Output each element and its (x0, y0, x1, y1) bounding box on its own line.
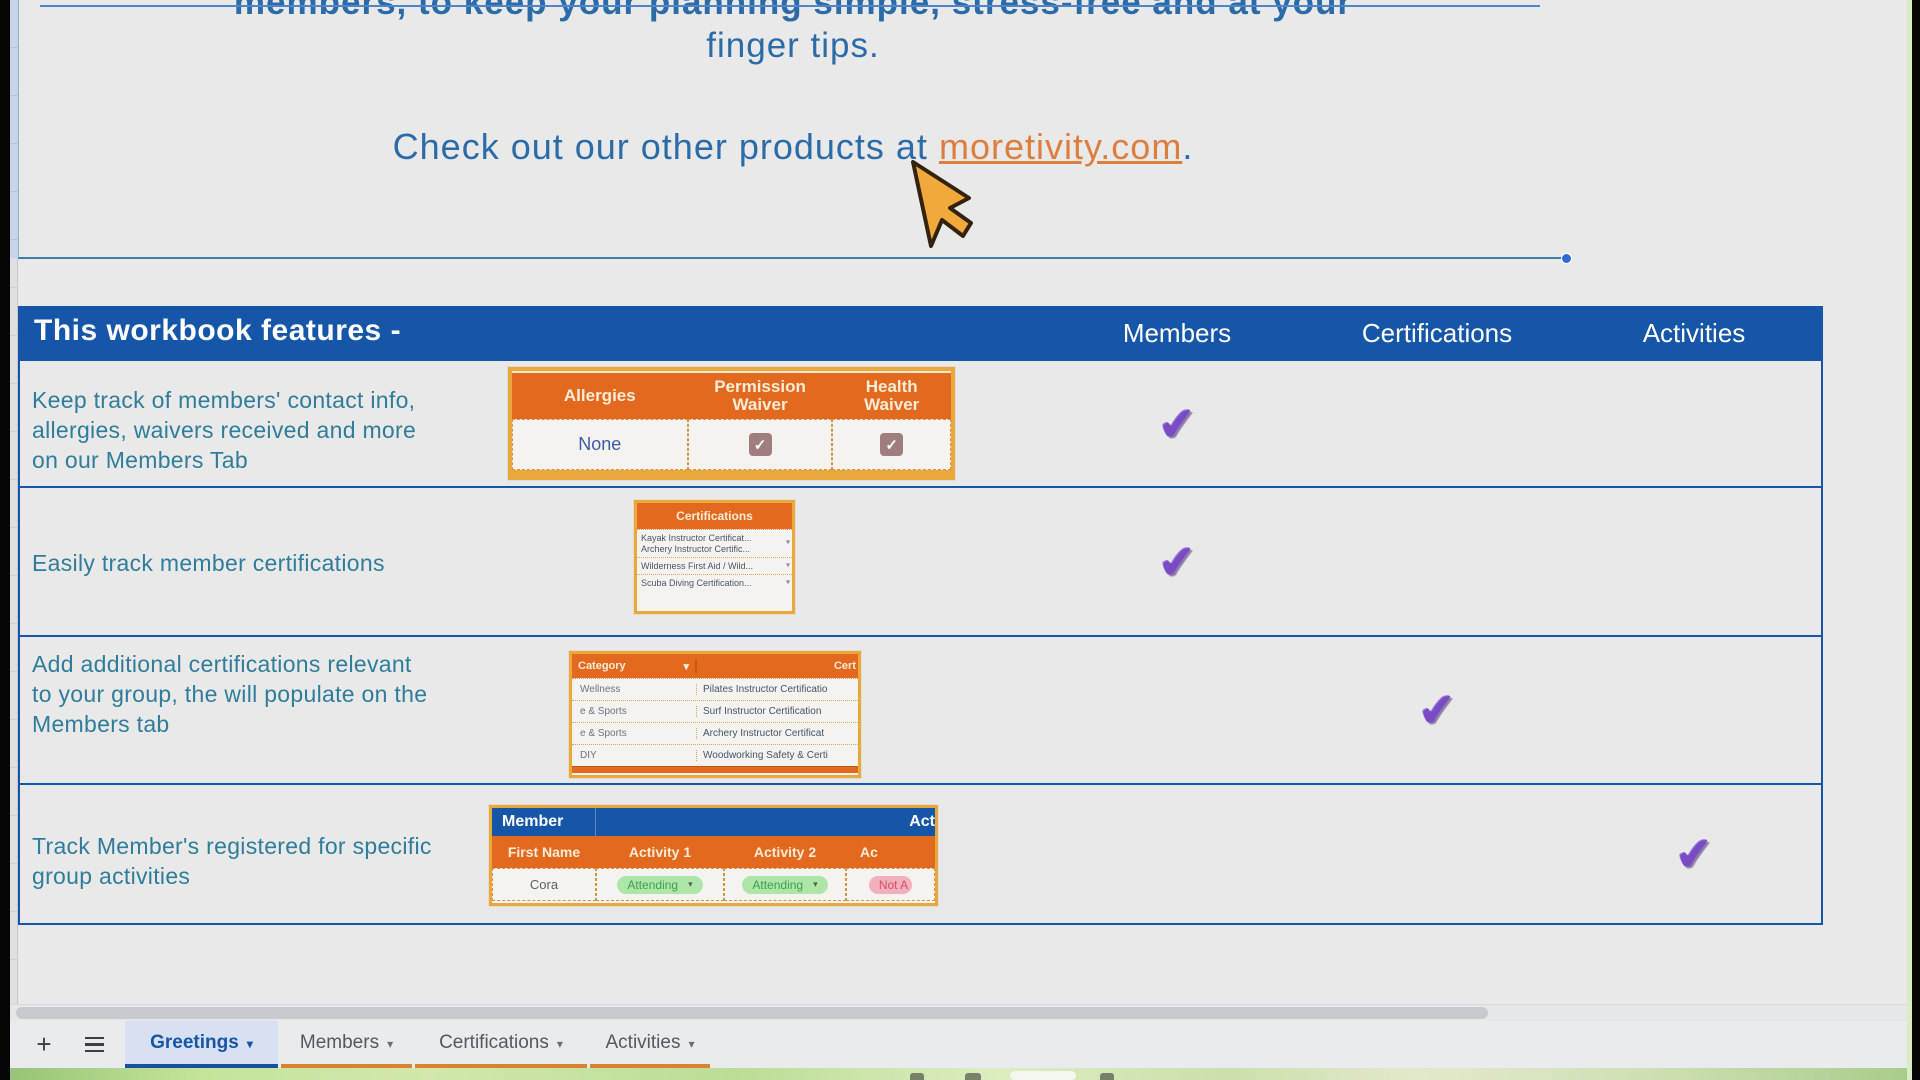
feature-description: Keep track of members' contact info, all… (32, 385, 502, 475)
status-pill-not-attending: Not A (869, 876, 912, 894)
dropdown-icon: ▾ (683, 660, 689, 673)
allergies-value: None (512, 419, 688, 470)
checkbox-checked-icon: ✓ (749, 433, 772, 456)
tab-dropdown-icon[interactable]: ▾ (247, 1037, 253, 1051)
activities-group-header: Act (596, 808, 935, 836)
intro-text-box[interactable]: members, to keep your planning simple, s… (18, 0, 1567, 259)
check-activities: ✔ (1673, 826, 1715, 883)
dropdown-icon: ▾ (813, 879, 818, 890)
feature-description: Easily track member certifications (32, 548, 502, 578)
status-pill-attending: Attending▾ (742, 876, 827, 894)
column-header-members: Members (1067, 318, 1287, 349)
app-window: members, to keep your planning simple, s… (0, 0, 1920, 1080)
cta-suffix: . (1182, 126, 1193, 167)
waiver-col-allergies: Allergies (512, 373, 688, 419)
all-sheets-icon[interactable] (72, 1021, 116, 1068)
column-header-activities: Activities (1584, 318, 1804, 349)
selection-handle[interactable] (1561, 253, 1572, 264)
horizontal-scrollbar-thumb[interactable] (16, 1007, 1488, 1019)
waiver-col-health: Health Waiver (832, 373, 951, 419)
member-name: Cora (492, 868, 596, 901)
add-sheet-button[interactable]: + (24, 1021, 64, 1068)
column-header-certifications: Certifications (1327, 318, 1547, 349)
cta-prefix: Check out our other products at (393, 126, 939, 167)
check-certifications: ✔ (1416, 682, 1458, 739)
sheet-tab-activities[interactable]: Activities▾ (590, 1021, 710, 1068)
certs-title: Certifications (637, 503, 792, 529)
cert-header: Cert (697, 660, 858, 672)
features-title: This workbook features - (34, 314, 401, 348)
sheet-tab-bar: + Greetings▾ Members▾ Certifications▾ Ac… (10, 1021, 1912, 1068)
row-header-strip-selected (10, 0, 18, 258)
tab-dropdown-icon[interactable]: ▾ (557, 1037, 563, 1051)
status-pill-attending: Attending▾ (617, 876, 702, 894)
spreadsheet-canvas: members, to keep your planning simple, s… (10, 0, 1912, 1080)
feature-row: Keep track of members' contact info, all… (20, 359, 1821, 486)
waiver-col-permission: Permission Waiver (688, 373, 833, 419)
dropdown-icon: ▾ (786, 577, 790, 588)
right-edge-strip (1907, 0, 1912, 1080)
tab-dropdown-icon[interactable]: ▾ (387, 1037, 393, 1051)
feature-row: Easily track member certifications Certi… (20, 486, 1821, 635)
cta-line: Check out our other products at moretivi… (19, 126, 1567, 168)
category-preview-image: Category▾ Cert WellnessPilates Instructo… (569, 651, 861, 778)
activities-preview-image: Member Act First Name Activity 1 Activit… (489, 805, 938, 906)
dropdown-icon: ▾ (786, 537, 790, 548)
intro-line-clipped: members, to keep your planning simple, s… (19, 0, 1567, 23)
waivers-preview-image: Allergies Permission Waiver Health Waive… (508, 367, 955, 480)
certifications-preview-image: Certifications Kayak Instructor Certific… (634, 500, 795, 614)
sheet-tab-certifications[interactable]: Certifications▾ (415, 1021, 587, 1068)
checkbox-checked-icon: ✓ (880, 433, 903, 456)
check-members: ✔ (1156, 533, 1198, 590)
dropdown-icon: ▾ (786, 560, 790, 571)
intro-line-2: finger tips. (19, 26, 1567, 66)
feature-description: Add additional certifications relevant t… (32, 649, 502, 739)
bottom-edge-strip (10, 1068, 1912, 1080)
horizontal-scrollbar (10, 1004, 1912, 1021)
selection-border-top (40, 5, 1540, 7)
check-members: ✔ (1156, 395, 1198, 452)
sheet-tab-greetings[interactable]: Greetings▾ (125, 1021, 278, 1068)
dropdown-icon: ▾ (688, 879, 693, 890)
feature-row: Add additional certifications relevant t… (20, 635, 1821, 783)
category-header: Category (578, 660, 626, 672)
member-group-header: Member (492, 808, 596, 836)
features-table: This workbook features - Members Certifi… (18, 306, 1823, 925)
moretivity-link[interactable]: moretivity.com (939, 126, 1182, 167)
feature-description: Track Member's registered for specific g… (32, 831, 502, 891)
tab-dropdown-icon[interactable]: ▾ (688, 1037, 694, 1051)
sheet-tab-members[interactable]: Members▾ (281, 1021, 412, 1068)
feature-row: Track Member's registered for specific g… (20, 783, 1821, 923)
features-table-header: This workbook features - Members Certifi… (20, 306, 1821, 359)
